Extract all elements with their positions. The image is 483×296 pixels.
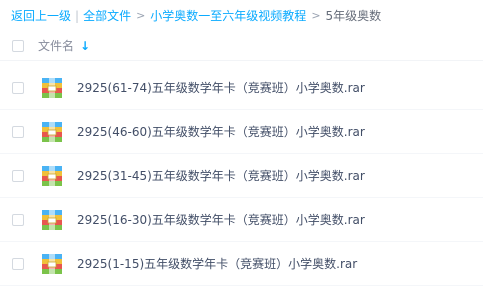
breadcrumb-separator: | xyxy=(75,9,80,23)
breadcrumb-folder-level1[interactable]: 小学奥数一至六年级视频教程 xyxy=(150,7,306,25)
breadcrumb-arrow: > xyxy=(311,9,321,22)
file-name-link[interactable]: 2925(31-45)五年级数学年卡（竞赛班）小学奥数.rar xyxy=(77,167,365,185)
row-checkbox[interactable] xyxy=(12,170,24,182)
row-checkbox[interactable] xyxy=(12,126,24,138)
column-header-filename[interactable]: 文件名 ↓ xyxy=(38,37,90,55)
breadcrumb-current-folder: 5年级奥数 xyxy=(325,9,382,23)
row-checkbox[interactable] xyxy=(12,214,24,226)
file-name-link[interactable]: 2925(1-15)五年级数学年卡（竞赛班）小学奥数.rar xyxy=(77,255,357,273)
file-row[interactable]: 2925(16-30)五年级数学年卡（竞赛班）小学奥数.rar xyxy=(0,198,483,242)
breadcrumb: 返回上一级 | 全部文件 > 小学奥数一至六年级视频教程 > 5年级奥数 xyxy=(11,7,381,25)
arrow-down-icon[interactable]: ↓ xyxy=(80,37,90,55)
select-all-checkbox[interactable] xyxy=(12,40,24,52)
file-name-link[interactable]: 2925(61-74)五年级数学年卡（竞赛班）小学奥数.rar xyxy=(77,79,365,97)
back-link[interactable]: 返回上一级 xyxy=(11,7,71,25)
file-name-link[interactable]: 2925(46-60)五年级数学年卡（竞赛班）小学奥数.rar xyxy=(77,123,365,141)
file-row[interactable]: 2925(31-45)五年级数学年卡（竞赛班）小学奥数.rar xyxy=(0,154,483,198)
file-row[interactable]: 2925(46-60)五年级数学年卡（竞赛班）小学奥数.rar xyxy=(0,110,483,154)
rar-archive-icon xyxy=(42,166,62,186)
breadcrumb-arrow: > xyxy=(136,9,146,22)
rar-archive-icon xyxy=(42,78,62,98)
file-row[interactable]: 2925(61-74)五年级数学年卡（竞赛班）小学奥数.rar xyxy=(0,66,483,110)
file-browser: 返回上一级 | 全部文件 > 小学奥数一至六年级视频教程 > 5年级奥数 文件名… xyxy=(0,0,483,296)
rar-archive-icon xyxy=(42,254,62,274)
rar-archive-icon xyxy=(42,122,62,142)
list-header: 文件名 ↓ xyxy=(0,32,483,61)
row-checkbox[interactable] xyxy=(12,258,24,270)
breadcrumb-all-files[interactable]: 全部文件 xyxy=(83,7,131,25)
column-header-label: 文件名 xyxy=(38,39,75,53)
row-checkbox[interactable] xyxy=(12,82,24,94)
file-name-link[interactable]: 2925(16-30)五年级数学年卡（竞赛班）小学奥数.rar xyxy=(77,211,365,229)
file-row[interactable]: 2925(1-15)五年级数学年卡（竞赛班）小学奥数.rar xyxy=(0,242,483,286)
rar-archive-icon xyxy=(42,210,62,230)
